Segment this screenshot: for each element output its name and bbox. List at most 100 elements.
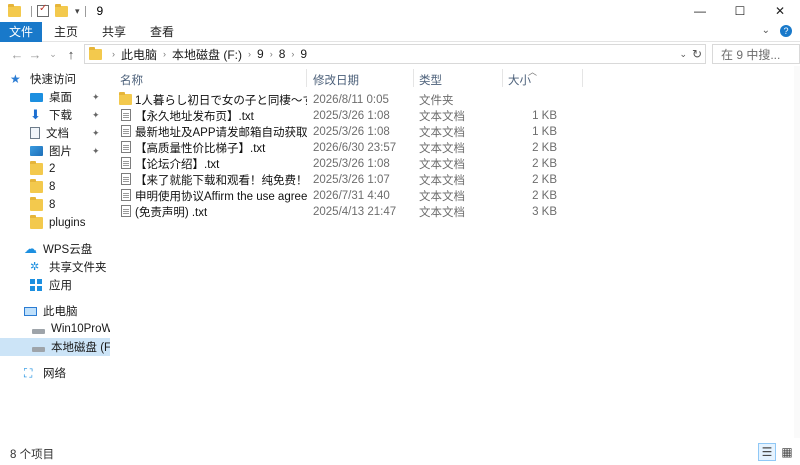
sidebar-item-label: WPS云盘 bbox=[43, 244, 93, 256]
tab-file[interactable]: 文件 bbox=[0, 21, 42, 42]
share-icon: ✲ bbox=[30, 261, 40, 273]
column-divider[interactable] bbox=[502, 69, 503, 87]
table-row[interactable]: 申明使用协议Affirm the use agreemen... 2026/7/… bbox=[112, 188, 800, 204]
minimize-button[interactable]: — bbox=[680, 0, 720, 22]
file-date: 2025/4/13 21:47 bbox=[313, 206, 397, 218]
breadcrumb-drive-f[interactable]: 本地磁盘 (F:) bbox=[172, 46, 242, 63]
text-file-icon bbox=[121, 109, 131, 121]
sidebar-item-label: 此电脑 bbox=[43, 306, 78, 318]
sidebar-item-wps-cloud[interactable]: ☁ WPS云盘 bbox=[0, 240, 110, 258]
refresh-icon[interactable]: ↻ bbox=[692, 47, 702, 61]
column-header-name[interactable]: 名称 bbox=[120, 72, 143, 88]
tab-home[interactable]: 主页 bbox=[42, 22, 90, 42]
large-icons-view-icon[interactable]: ▦ bbox=[778, 443, 796, 461]
table-row[interactable]: 【来了就能下载和观看！纯免费！】.txt 2025/3/26 1:07 文本文档… bbox=[112, 172, 800, 188]
file-size: 3 KB bbox=[532, 206, 557, 218]
toolbar-divider bbox=[84, 5, 86, 17]
details-view-icon[interactable]: ☰ bbox=[758, 443, 776, 461]
file-size: 2 KB bbox=[532, 190, 557, 202]
pin-icon[interactable]: ✦ bbox=[92, 128, 100, 139]
drive-icon bbox=[32, 346, 45, 352]
sidebar-item-apps[interactable]: 应用 bbox=[0, 276, 110, 294]
sidebar-item-network[interactable]: ⛶ 网络 bbox=[0, 364, 110, 382]
customize-toolbar-icon[interactable]: ▾ bbox=[75, 6, 80, 17]
sort-ascending-icon: ︿ bbox=[528, 67, 538, 77]
computer-icon bbox=[24, 306, 37, 316]
properties-icon[interactable] bbox=[37, 3, 49, 17]
chevron-down-icon[interactable]: ⌄ bbox=[679, 49, 687, 60]
column-header-date[interactable]: 修改日期 bbox=[313, 72, 359, 88]
sidebar-item-pictures[interactable]: 图片 ✦ bbox=[0, 142, 110, 160]
column-divider[interactable] bbox=[413, 69, 414, 87]
file-type: 文本文档 bbox=[419, 175, 465, 187]
toolbar-divider bbox=[31, 5, 32, 17]
sidebar-item-folder-2[interactable]: 2 bbox=[0, 160, 110, 178]
sidebar-item-folder-8[interactable]: 8 bbox=[0, 178, 110, 196]
breadcrumb-folder-8[interactable]: 8 bbox=[279, 47, 286, 61]
table-row[interactable]: (免责声明) .txt 2025/4/13 21:47 文本文档 3 KB bbox=[112, 204, 800, 220]
tab-view[interactable]: 查看 bbox=[138, 22, 186, 42]
file-type: 文本文档 bbox=[419, 207, 465, 219]
column-headers: 名称 修改日期 类型 大小 ︿ bbox=[112, 66, 800, 88]
breadcrumb-current-folder[interactable]: 9 bbox=[300, 47, 307, 61]
sidebar-item-downloads[interactable]: ⬇ 下载 ✦ bbox=[0, 106, 110, 124]
table-row[interactable]: 【论坛介绍】.txt 2025/3/26 1:08 文本文档 2 KB bbox=[112, 156, 800, 172]
pin-icon[interactable]: ✦ bbox=[92, 110, 100, 121]
file-name: (免责声明) .txt bbox=[135, 207, 208, 219]
pin-icon[interactable]: ✦ bbox=[92, 92, 100, 103]
chevron-right-icon[interactable]: › bbox=[112, 49, 115, 59]
new-folder-icon[interactable] bbox=[55, 3, 68, 17]
forward-arrow-icon[interactable]: → bbox=[26, 45, 44, 63]
sidebar-item-quick-access[interactable]: ★ 快速访问 bbox=[0, 70, 110, 88]
file-list: 名称 修改日期 类型 大小 ︿ 1人暮らし初日で女の子と同棲～すやすや... 2… bbox=[112, 66, 800, 438]
sidebar-item-folder-8-second[interactable]: 8 bbox=[0, 196, 110, 214]
sidebar-item-this-pc[interactable]: 此电脑 bbox=[0, 302, 110, 320]
up-arrow-icon[interactable]: ↑ bbox=[62, 45, 80, 63]
text-file-icon bbox=[121, 141, 131, 153]
table-row[interactable]: 【永久地址发布页】.txt 2025/3/26 1:08 文本文档 1 KB bbox=[112, 108, 800, 124]
sidebar-item-documents[interactable]: 文档 ✦ bbox=[0, 124, 110, 142]
drive-icon bbox=[32, 328, 45, 334]
chevron-right-icon[interactable]: › bbox=[163, 49, 166, 59]
breadcrumb-this-pc[interactable]: 此电脑 bbox=[121, 46, 157, 63]
file-name: 申明使用协议Affirm the use agreemen... bbox=[135, 191, 307, 203]
scrollbar[interactable] bbox=[794, 66, 800, 438]
address-bar[interactable]: › 此电脑 › 本地磁盘 (F:) › 9 › 8 › 9 ⌄ ↻ bbox=[84, 44, 706, 64]
recent-locations-icon[interactable]: ⌄ bbox=[44, 45, 62, 63]
help-icon[interactable]: ? bbox=[780, 25, 792, 37]
column-divider[interactable] bbox=[582, 69, 583, 87]
sidebar-item-label: 8 bbox=[49, 199, 56, 211]
chevron-right-icon[interactable]: › bbox=[270, 49, 273, 59]
file-date: 2025/3/26 1:07 bbox=[313, 174, 390, 186]
sidebar-item-desktop[interactable]: 桌面 ✦ bbox=[0, 88, 110, 106]
column-divider[interactable] bbox=[306, 69, 307, 87]
chevron-right-icon[interactable]: › bbox=[248, 49, 251, 59]
text-file-icon bbox=[121, 189, 131, 201]
apps-icon bbox=[30, 279, 43, 291]
file-date: 2026/7/31 4:40 bbox=[313, 190, 390, 202]
desktop-icon bbox=[30, 92, 43, 102]
search-input[interactable]: 在 9 中搜... bbox=[712, 44, 800, 64]
expand-ribbon-icon[interactable]: ⌄ bbox=[762, 25, 770, 37]
window-title: 9 bbox=[96, 4, 104, 18]
sidebar-item-shared-folder[interactable]: ✲ 共享文件夹 bbox=[0, 258, 110, 276]
table-row[interactable]: 最新地址及APP请发邮箱自动获取！！！.... 2025/3/26 1:08 文… bbox=[112, 124, 800, 140]
file-name: 【来了就能下载和观看！纯免费！】.txt bbox=[135, 175, 307, 187]
chevron-right-icon[interactable]: › bbox=[291, 49, 294, 59]
folder-icon bbox=[30, 161, 43, 175]
file-size: 1 KB bbox=[532, 126, 557, 138]
table-row[interactable]: 【高质量性价比梯子】.txt 2026/6/30 23:57 文本文档 2 KB bbox=[112, 140, 800, 156]
table-row[interactable]: 1人暮らし初日で女の子と同棲～すやすや... 2026/8/11 0:05 文件… bbox=[112, 92, 800, 108]
tab-share[interactable]: 共享 bbox=[90, 22, 138, 42]
column-header-type[interactable]: 类型 bbox=[419, 72, 442, 88]
sidebar-item-drive-c[interactable]: Win10ProW X bbox=[0, 320, 110, 338]
maximize-button[interactable]: ☐ bbox=[720, 0, 760, 22]
sidebar-item-plugins[interactable]: plugins bbox=[0, 214, 110, 232]
breadcrumb-folder-9[interactable]: 9 bbox=[257, 47, 264, 61]
file-date: 2026/6/30 23:57 bbox=[313, 142, 397, 154]
close-button[interactable]: ✕ bbox=[760, 0, 800, 22]
sidebar-item-drive-f[interactable]: 本地磁盘 (F:) bbox=[0, 338, 110, 356]
pin-icon[interactable]: ✦ bbox=[92, 146, 100, 157]
back-arrow-icon[interactable]: ← bbox=[8, 45, 26, 63]
cloud-icon: ☁ bbox=[24, 241, 37, 256]
